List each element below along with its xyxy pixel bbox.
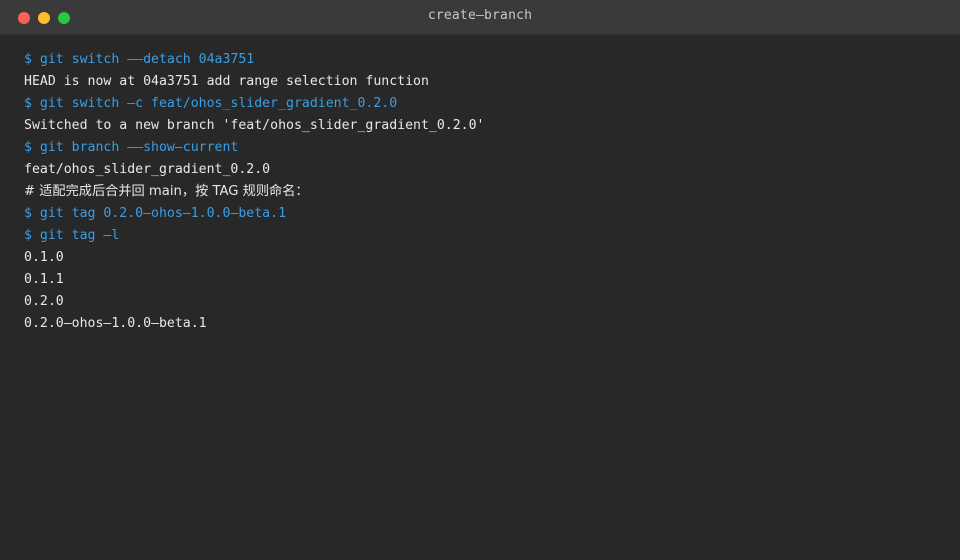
terminal-line: Switched to a new branch 'feat/ohos_slid… [24, 118, 485, 133]
terminal-comment-line: # 适配完成后合并回 main，按 TAG 规则命名： [24, 184, 309, 199]
terminal-line: 0.1.0 [24, 250, 64, 265]
window-controls [18, 12, 70, 24]
maximize-button[interactable] [58, 12, 70, 24]
window-title: create—branch [427, 7, 533, 23]
close-button[interactable] [18, 12, 30, 24]
minimize-button[interactable] [38, 12, 50, 24]
terminal-line: HEAD is now at 04a3751 add range selecti… [24, 74, 429, 89]
terminal-line: 0.1.1 [24, 272, 64, 287]
terminal-line: 0.2.0 [24, 294, 64, 309]
terminal-line: $ git switch —c feat/ohos_slider_gradien… [24, 96, 398, 111]
terminal-line: 0.2.0—ohos—1.0.0—beta.1 [24, 316, 207, 331]
terminal-window: create—branch $ git switch ——detach 04a3… [0, 0, 960, 560]
terminal-output[interactable]: $ git switch ——detach 04a3751 HEAD is no… [0, 35, 960, 349]
terminal-line: $ git tag 0.2.0—ohos—1.0.0—beta.1 [24, 206, 287, 221]
terminal-line: $ git switch ——detach 04a3751 [24, 52, 255, 67]
terminal-line: $ git branch ——show—current [24, 140, 239, 155]
title-bar[interactable]: create—branch [0, 0, 960, 35]
terminal-line: $ git tag —l [24, 228, 120, 243]
terminal-line: feat/ohos_slider_gradient_0.2.0 [24, 162, 271, 177]
